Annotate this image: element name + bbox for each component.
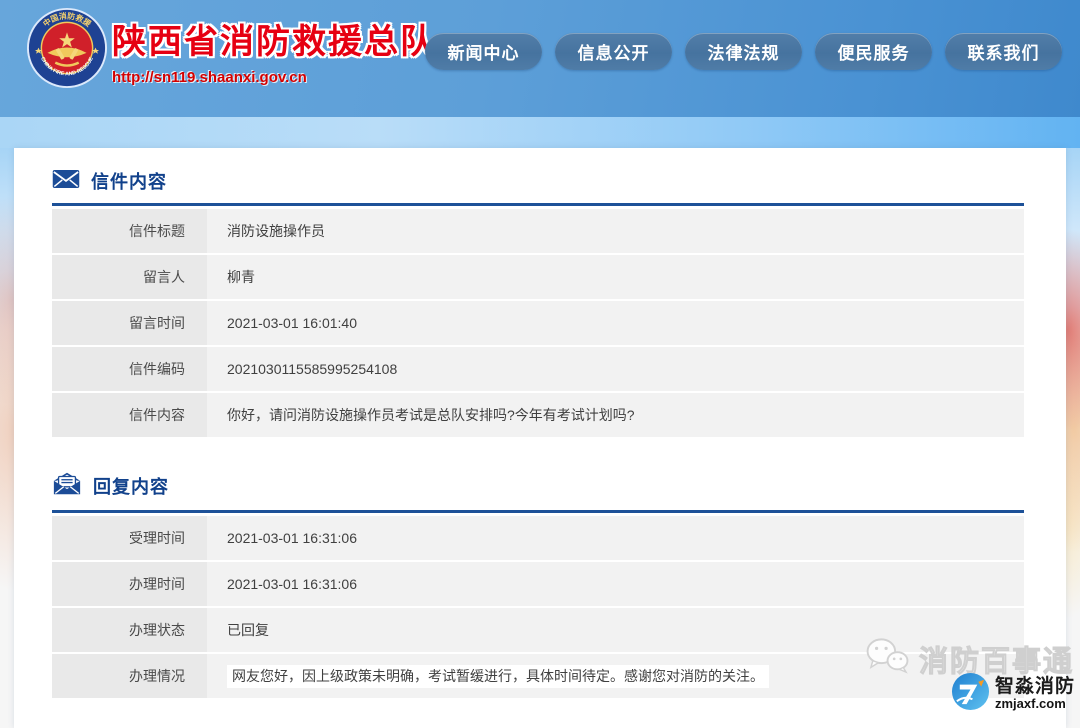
table-row: 信件内容 你好，请问消防设施操作员考试是总队安排吗?今年有考试计划吗? — [52, 393, 1024, 437]
letter-content-section: 信件内容 信件标题 消防设施操作员 留言人 柳青 留言时间 2021-03-01… — [52, 148, 1024, 437]
main-nav: 新闻中心 信息公开 法律法规 便民服务 联系我们 — [425, 33, 1062, 70]
header-subband — [0, 117, 1080, 148]
table-row: 办理情况 网友您好，因上级政策未明确，考试暂缓进行，具体时间待定。感谢您对消防的… — [52, 654, 1024, 698]
site-header: 中国消防救援 CHINA FIRE AND RESCUE 陕西省消防救援总队 h… — [0, 0, 1080, 117]
reply-detail-text: 网友您好，因上级政策未明确，考试暂缓进行，具体时间待定。感谢您对消防的关注。 — [227, 665, 769, 688]
content-card: 信件内容 信件标题 消防设施操作员 留言人 柳青 留言时间 2021-03-01… — [14, 148, 1066, 728]
reply-section-title: 回复内容 — [93, 473, 169, 499]
closed-envelope-icon — [52, 169, 80, 194]
reply-content-section: 回复内容 受理时间 2021-03-01 16:31:06 办理时间 2021-… — [52, 471, 1024, 698]
table-row: 信件标题 消防设施操作员 — [52, 209, 1024, 253]
row-value: 2021030115585995254108 — [207, 347, 1024, 391]
table-row: 留言人 柳青 — [52, 255, 1024, 299]
nav-public-services[interactable]: 便民服务 — [815, 33, 932, 70]
nav-info-disclosure[interactable]: 信息公开 — [555, 33, 672, 70]
status-badge: 已回复 — [207, 608, 1024, 652]
row-label: 留言时间 — [52, 301, 207, 345]
row-label: 信件内容 — [52, 393, 207, 437]
row-value: 柳青 — [207, 255, 1024, 299]
site-url: http://sn119.shaanxi.gov.cn — [112, 69, 436, 86]
brand-watermark: 智淼消防 zmjaxf.com — [951, 672, 1075, 716]
letter-section-title: 信件内容 — [91, 168, 167, 194]
table-row: 信件编码 2021030115585995254108 — [52, 347, 1024, 391]
nav-news-center[interactable]: 新闻中心 — [425, 33, 542, 70]
reply-table: 受理时间 2021-03-01 16:31:06 办理时间 2021-03-01… — [52, 514, 1024, 698]
row-label: 信件标题 — [52, 209, 207, 253]
row-value: 2021-03-01 16:01:40 — [207, 301, 1024, 345]
section-divider — [52, 510, 1024, 513]
site-title: 陕西省消防救援总队 — [112, 14, 436, 63]
nav-laws-regulations[interactable]: 法律法规 — [685, 33, 802, 70]
row-label: 办理时间 — [52, 562, 207, 606]
reply-envelope-icon — [52, 471, 82, 501]
row-label: 受理时间 — [52, 516, 207, 560]
row-value: 网友您好，因上级政策未明确，考试暂缓进行，具体时间待定。感谢您对消防的关注。 — [207, 654, 1024, 698]
row-label: 办理状态 — [52, 608, 207, 652]
brand-name: 智淼消防 — [995, 677, 1075, 697]
row-value: 消防设施操作员 — [207, 209, 1024, 253]
table-row: 办理时间 2021-03-01 16:31:06 — [52, 562, 1024, 606]
nav-contact-us[interactable]: 联系我们 — [945, 33, 1062, 70]
table-row: 受理时间 2021-03-01 16:31:06 — [52, 516, 1024, 560]
table-row: 办理状态 已回复 — [52, 608, 1024, 652]
section-divider — [52, 203, 1024, 206]
row-value: 2021-03-01 16:31:06 — [207, 562, 1024, 606]
row-value: 2021-03-01 16:31:06 — [207, 516, 1024, 560]
table-row: 留言时间 2021-03-01 16:01:40 — [52, 301, 1024, 345]
row-label: 办理情况 — [52, 654, 207, 698]
row-label: 留言人 — [52, 255, 207, 299]
china-fire-rescue-emblem-icon: 中国消防救援 CHINA FIRE AND RESCUE — [26, 7, 108, 89]
brand-url: zmjaxf.com — [995, 697, 1075, 711]
row-label: 信件编码 — [52, 347, 207, 391]
letter-table: 信件标题 消防设施操作员 留言人 柳青 留言时间 2021-03-01 16:0… — [52, 207, 1024, 437]
brand-logo-icon — [951, 672, 990, 716]
row-value: 你好，请问消防设施操作员考试是总队安排吗?今年有考试计划吗? — [207, 393, 1024, 437]
